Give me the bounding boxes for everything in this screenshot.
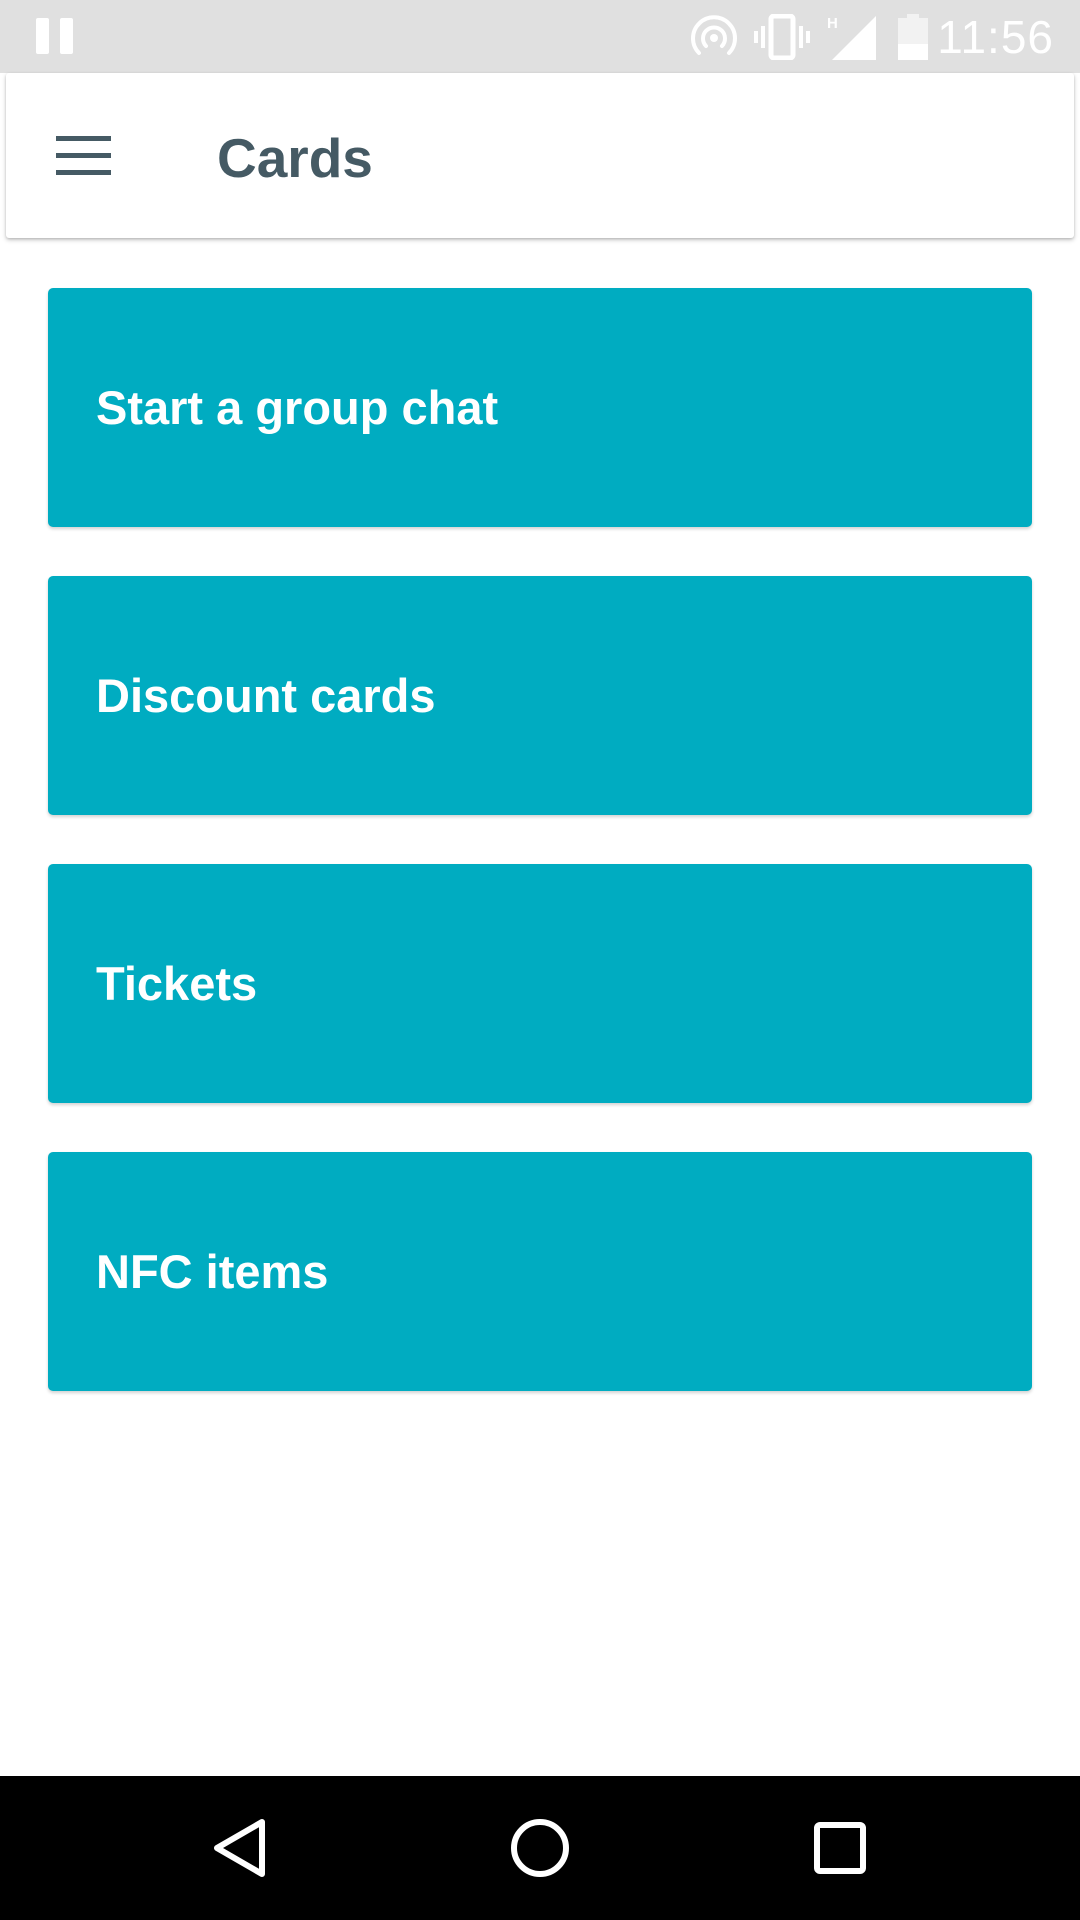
recents-icon[interactable] (790, 1798, 890, 1898)
cards-list: Start a group chat Discount cards Ticket… (48, 288, 1032, 1440)
card-label: Start a group chat (96, 381, 499, 434)
back-icon[interactable] (190, 1798, 290, 1898)
navigation-bar (0, 1776, 1080, 1920)
status-time: 11:56 (937, 11, 1054, 63)
card-nfc-items[interactable]: NFC items (48, 1152, 1032, 1391)
hamburger-menu-icon[interactable] (36, 117, 116, 197)
card-label: Tickets (96, 957, 258, 1010)
pause-icon (36, 18, 73, 54)
home-icon[interactable] (490, 1798, 590, 1898)
page-title: Cards (217, 127, 373, 189)
app-bar: Cards (6, 73, 1074, 238)
card-tickets[interactable]: Tickets (48, 864, 1032, 1103)
card-start-group-chat[interactable]: Start a group chat (48, 288, 1032, 527)
network-type-label: H (827, 15, 838, 32)
card-label: NFC items (96, 1245, 329, 1298)
signal-icon: H (827, 15, 876, 60)
card-discount-cards[interactable]: Discount cards (48, 576, 1032, 815)
battery-icon (898, 14, 928, 60)
vibrate-icon (754, 14, 810, 60)
hotspot-icon (691, 15, 737, 55)
status-bar: H 11:56 (0, 0, 1080, 73)
card-label: Discount cards (96, 669, 436, 722)
